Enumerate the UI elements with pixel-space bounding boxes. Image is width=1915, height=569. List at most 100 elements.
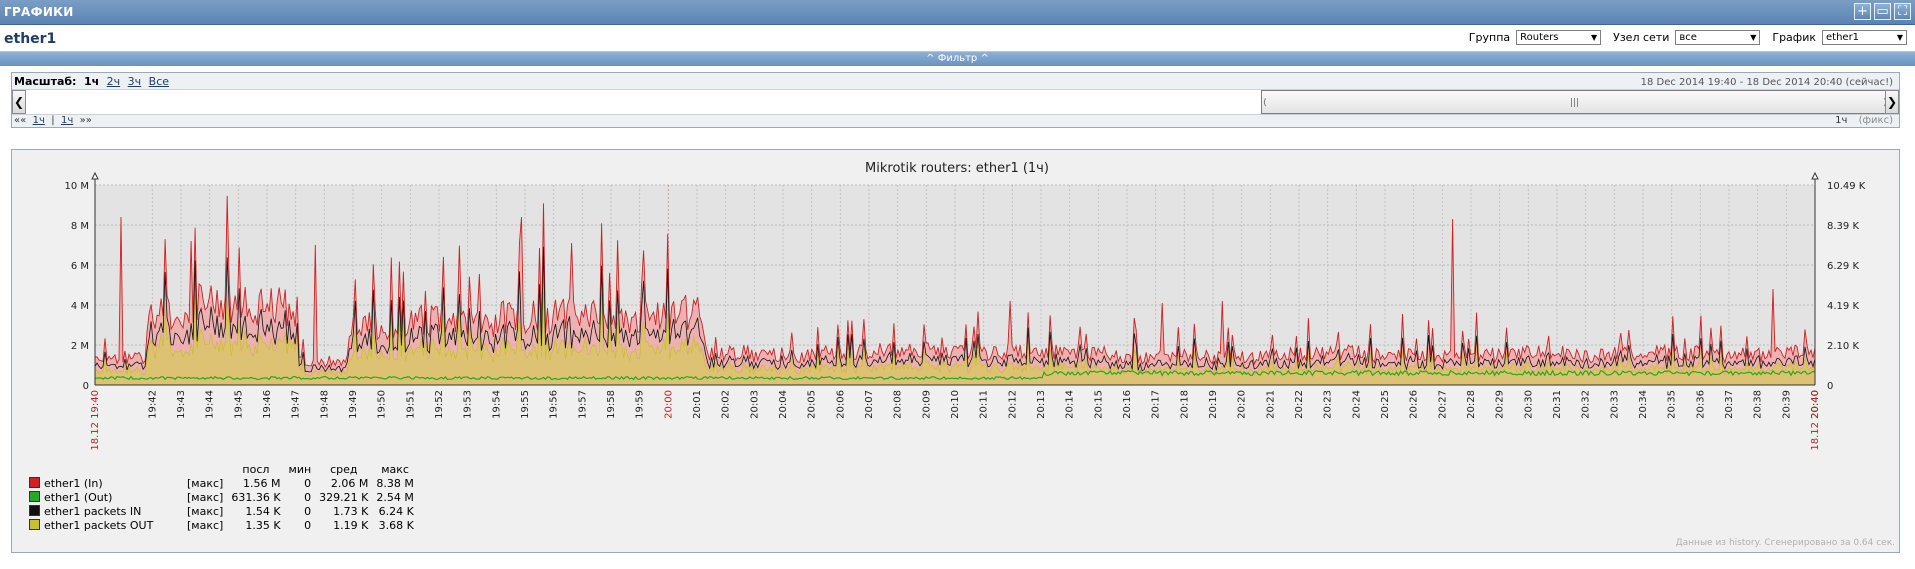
- legend-avg: 2.06 M: [330, 477, 369, 490]
- legend-row: ether1 (In) [макс] 1.56 M 0 2.06 M 8.38 …: [25, 477, 418, 491]
- legend-series-name: ether1 packets IN: [44, 505, 142, 518]
- x-tick-label: 19:59: [635, 390, 646, 419]
- x-tick-label: 20:30: [1523, 390, 1534, 419]
- x-tick-label: 20:24: [1351, 390, 1362, 419]
- x-tick-label: 20:21: [1265, 390, 1276, 419]
- x-tick-label: 20:02: [721, 390, 732, 419]
- x-tick-label: 20:39: [1781, 390, 1792, 419]
- x-tick-label: 19:42: [147, 390, 158, 419]
- legend-max: 8.38 M: [376, 477, 414, 490]
- x-tick-label: 20:18: [1179, 390, 1190, 419]
- x-tick-label: 19:54: [491, 390, 502, 419]
- legend-last: 631.36 K: [231, 491, 281, 504]
- x-tick-label: 20:22: [1294, 390, 1305, 419]
- legend-header-min: мин: [288, 463, 312, 476]
- legend-min: 0: [304, 477, 312, 490]
- legend-row: ether1 packets IN [макс] 1.54 K 0 1.73 K…: [25, 505, 418, 519]
- y-tick-label-left: 6 M: [71, 261, 89, 272]
- legend-series-name: ether1 (In): [44, 477, 103, 490]
- legend-swatch: [29, 477, 40, 488]
- legend-series-name: ether1 packets OUT: [44, 519, 154, 532]
- x-tick-label: 20:00: [663, 390, 674, 419]
- legend-series-name: ether1 (Out): [44, 491, 113, 504]
- x-tick-label: 19:44: [205, 390, 216, 419]
- x-tick-label: 20:20: [1237, 390, 1248, 419]
- x-tick-label: 20:05: [807, 390, 818, 419]
- x-tick-label: 20:10: [950, 390, 961, 419]
- legend-swatch: [29, 505, 40, 516]
- x-tick-label: 20:37: [1724, 390, 1735, 419]
- x-tick-label: 20:29: [1495, 390, 1506, 419]
- x-tick-label: 20:19: [1208, 390, 1219, 419]
- legend-last: 1.56 M: [243, 477, 281, 490]
- legend-type: [макс]: [187, 477, 224, 490]
- x-tick-label: 19:43: [176, 390, 187, 419]
- x-tick-label: 20:26: [1409, 390, 1420, 419]
- y-tick-label-right: 4.19 K: [1827, 301, 1859, 312]
- x-tick-label: 20:03: [749, 390, 760, 419]
- legend-row: ether1 packets OUT [макс] 1.35 K 0 1.19 …: [25, 519, 418, 533]
- legend-type: [макс]: [187, 519, 224, 532]
- x-tick-label: 20:07: [864, 390, 875, 419]
- x-tick-label: 20:06: [835, 390, 846, 419]
- x-tick-label: 20:13: [1036, 390, 1047, 419]
- x-tick-label: 19:52: [434, 390, 445, 419]
- x-tick-label: 20:27: [1437, 390, 1448, 419]
- legend-header-avg: сред: [330, 463, 358, 476]
- chart-title: Mikrotik routers: ether1 (1ч): [865, 161, 1049, 176]
- x-tick-label: 20:15: [1093, 390, 1104, 419]
- legend-row: ether1 (Out) [макс] 631.36 K 0 329.21 K …: [25, 491, 418, 505]
- x-start-label: 18.12 19:40: [90, 390, 101, 451]
- legend-last: 1.54 K: [245, 505, 281, 518]
- y-tick-label-left: 2 M: [71, 341, 89, 352]
- x-tick-label: 20:08: [893, 390, 904, 419]
- legend-last: 1.35 K: [245, 519, 281, 532]
- y-axis-right-arrow-icon: [1811, 171, 1819, 180]
- x-tick-label: 19:48: [319, 390, 330, 419]
- legend-min: 0: [304, 505, 312, 518]
- x-tick-label: 19:58: [606, 390, 617, 419]
- legend-min: 0: [304, 519, 312, 532]
- x-tick-label: 20:38: [1753, 390, 1764, 419]
- legend-max: 6.24 K: [378, 505, 414, 518]
- legend-type: [макс]: [187, 505, 224, 518]
- legend-max: 2.54 M: [376, 491, 414, 504]
- y-tick-label-right: 8.39 K: [1827, 221, 1859, 232]
- legend-swatch: [29, 519, 40, 530]
- y-tick-label-left: 8 M: [71, 221, 89, 232]
- x-tick-label: 20:09: [921, 390, 932, 419]
- y-tick-label-right: 2.10 K: [1827, 341, 1859, 352]
- x-tick-label: 19:57: [577, 390, 588, 419]
- x-tick-label: 20:33: [1609, 390, 1620, 419]
- x-tick-label: 20:36: [1695, 390, 1706, 419]
- x-tick-label: 19:53: [463, 390, 474, 419]
- x-tick-label: 20:11: [979, 390, 990, 419]
- legend-swatch: [29, 491, 40, 502]
- x-tick-label: 20:25: [1380, 390, 1391, 419]
- legend-header-max: макс: [381, 463, 409, 476]
- x-tick-label: 19:45: [233, 390, 244, 419]
- legend-type: [макс]: [187, 491, 224, 504]
- chart-legend: посл мин сред макс ether1 (In) [макс] 1.…: [25, 463, 418, 533]
- x-tick-label: 20:32: [1581, 390, 1592, 419]
- x-tick-label: 19:56: [549, 390, 560, 419]
- x-tick-label: 19:46: [262, 390, 273, 419]
- y-tick-label-right: 10.49 K: [1827, 181, 1866, 192]
- x-tick-label: 19:55: [520, 390, 531, 419]
- x-tick-label: 19:47: [291, 390, 302, 419]
- x-tick-label: 20:14: [1065, 390, 1076, 419]
- x-tick-label: 20:16: [1122, 390, 1133, 419]
- y-tick-label-right: 0: [1827, 381, 1833, 392]
- x-tick-label: 20:35: [1667, 390, 1678, 419]
- y-tick-label-left: 0: [83, 381, 89, 392]
- legend-avg: 1.73 K: [333, 505, 369, 518]
- x-tick-label: 20:34: [1638, 390, 1649, 419]
- legend-avg: 1.19 K: [333, 519, 369, 532]
- legend-header-last: посл: [242, 463, 270, 476]
- y-tick-label-left: 10 M: [64, 181, 89, 192]
- x-tick-label: 20:04: [778, 390, 789, 419]
- x-tick-label: 20:01: [692, 390, 703, 419]
- legend-max: 3.68 K: [378, 519, 414, 532]
- x-tick-label: 20:31: [1552, 390, 1563, 419]
- x-tick-label: 20:12: [1007, 390, 1018, 419]
